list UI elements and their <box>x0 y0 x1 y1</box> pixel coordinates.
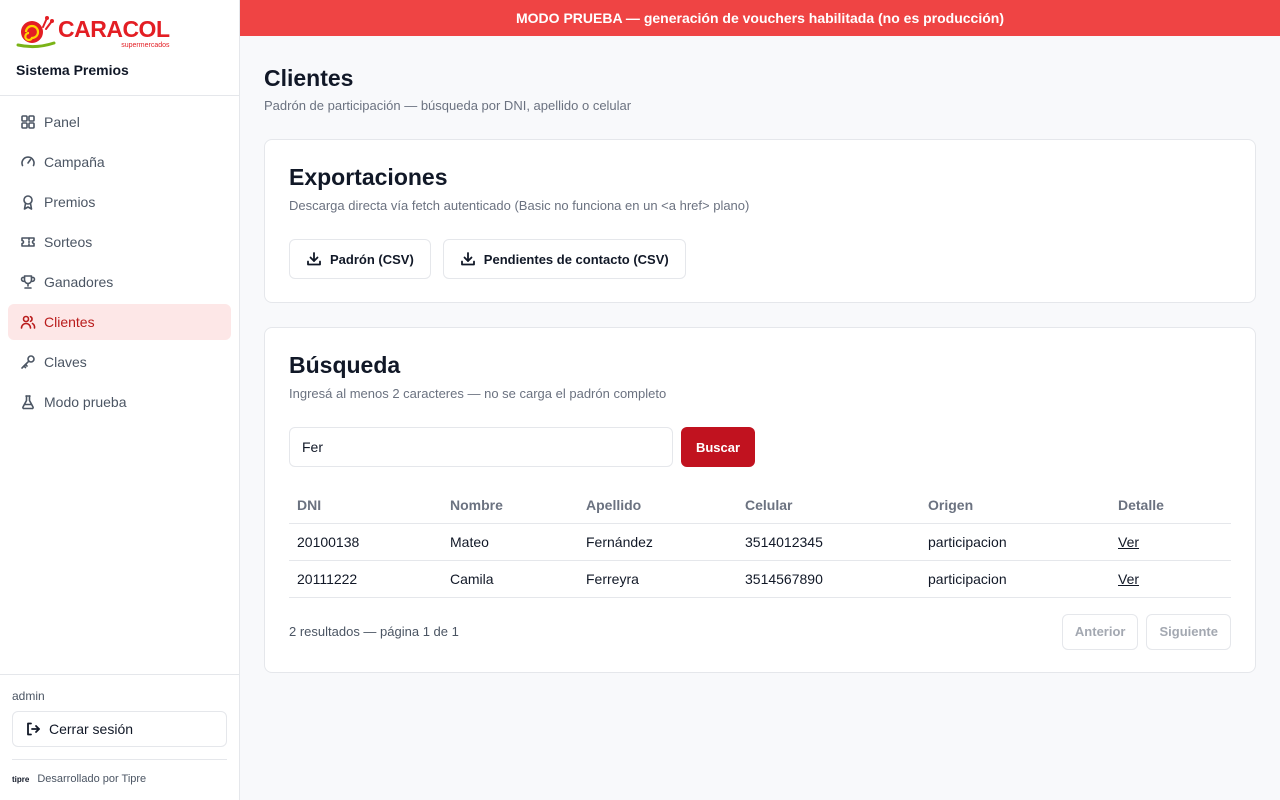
cell-celular: 3514012345 <box>737 523 920 561</box>
page-title: Clientes <box>264 65 354 91</box>
export-padron-label: Padrón (CSV) <box>330 251 414 267</box>
grid-icon <box>20 114 36 130</box>
developer-credit: tipre Desarrollado por Tipre <box>12 759 227 785</box>
search-row: Buscar <box>289 427 1231 467</box>
tipre-logo: tipre <box>12 774 30 784</box>
search-button[interactable]: Buscar <box>681 427 755 467</box>
cell-detalle: Ver <box>1110 560 1231 598</box>
search-card: Búsqueda Ingresá al menos 2 caracteres —… <box>264 327 1256 673</box>
view-detail-link[interactable]: Ver <box>1118 534 1139 550</box>
cell-nombre: Mateo <box>442 523 578 561</box>
flask-icon <box>20 394 36 410</box>
caracol-logo[interactable]: CARACOL supermercados <box>16 14 223 52</box>
award-icon <box>20 194 36 210</box>
page-subtitle: Padrón de participación — búsqueda por D… <box>264 98 632 113</box>
developer-text: Desarrollado por Tipre <box>37 773 147 785</box>
sidebar-item-label: Ganadores <box>44 274 114 290</box>
sidebar-item-label: Campaña <box>44 154 105 170</box>
cell-celular: 3514567890 <box>737 560 920 598</box>
cell-dni: 20111222 <box>289 560 442 598</box>
col-dni: DNI <box>289 487 442 524</box>
export-padron-button[interactable]: Padrón (CSV) <box>289 239 431 279</box>
exports-card: Exportaciones Descarga directa vía fetch… <box>264 139 1256 303</box>
col-nombre: Nombre <box>442 487 578 524</box>
key-icon <box>20 354 36 370</box>
sidebar-item-premios[interactable]: Premios <box>8 184 231 220</box>
logo-subtitle: supermercados <box>121 41 170 49</box>
app-title: Sistema Premios <box>16 62 129 78</box>
sidebar-item-campana[interactable]: Campaña <box>8 144 231 180</box>
col-apellido: Apellido <box>578 487 737 524</box>
search-subtitle: Ingresá al menos 2 caracteres — no se ca… <box>289 386 667 401</box>
users-icon <box>20 314 36 330</box>
sidebar-item-label: Panel <box>44 114 80 130</box>
sidebar: CARACOL supermercados Sistema Premios Pa… <box>0 0 240 800</box>
col-detalle: Detalle <box>1110 487 1231 524</box>
clients-table: DNI Nombre Apellido Celular Origen Detal… <box>289 487 1231 598</box>
download-icon <box>460 252 475 266</box>
search-input[interactable] <box>289 427 673 467</box>
next-page-button[interactable]: Siguiente <box>1146 613 1231 650</box>
cell-apellido: Ferreyra <box>578 560 737 598</box>
cell-apellido: Fernández <box>578 523 737 561</box>
sidebar-item-modo-prueba[interactable]: Modo prueba <box>8 384 231 420</box>
results-summary: 2 resultados — página 1 de 1 <box>289 624 459 639</box>
sidebar-item-ganadores[interactable]: Ganadores <box>8 264 231 300</box>
sidebar-footer: admin Cerrar sesión tipre Desarrollado p… <box>0 674 239 800</box>
table-row: 20100138 Mateo Fernández 3514012345 part… <box>289 523 1231 561</box>
export-pendientes-button[interactable]: Pendientes de contacto (CSV) <box>442 239 686 279</box>
sidebar-item-label: Claves <box>44 354 87 370</box>
sidebar-item-label: Clientes <box>44 314 95 330</box>
sidebar-item-label: Premios <box>44 194 96 210</box>
pagination: 2 resultados — página 1 de 1 Anterior Si… <box>289 613 1231 650</box>
cell-origen: participacion <box>920 523 1110 561</box>
table-row: 20111222 Camila Ferreyra 3514567890 part… <box>289 560 1231 598</box>
exports-title: Exportaciones <box>289 164 448 190</box>
exports-subtitle: Descarga directa vía fetch autenticado (… <box>289 198 750 213</box>
view-detail-link[interactable]: Ver <box>1118 571 1139 587</box>
col-origen: Origen <box>920 487 1110 524</box>
sidebar-item-claves[interactable]: Claves <box>8 344 231 380</box>
col-celular: Celular <box>737 487 920 524</box>
gauge-icon <box>20 154 36 170</box>
cell-origen: participacion <box>920 560 1110 598</box>
table-header-row: DNI Nombre Apellido Celular Origen Detal… <box>289 487 1231 524</box>
sidebar-item-label: Sorteos <box>44 234 93 250</box>
pager-buttons: Anterior Siguiente <box>1061 613 1231 650</box>
test-mode-banner: MODO PRUEBA — generación de vouchers hab… <box>240 0 1280 36</box>
sidebar-item-panel[interactable]: Panel <box>8 104 231 140</box>
sidebar-nav: Panel Campaña Premios Sorteos Ganadores <box>0 96 239 432</box>
snail-logo-icon <box>16 16 56 49</box>
export-buttons: Padrón (CSV) Pendientes de contacto (CSV… <box>289 239 1231 279</box>
sidebar-item-sorteos[interactable]: Sorteos <box>8 224 231 260</box>
brand-block: CARACOL supermercados Sistema Premios <box>0 0 239 96</box>
logout-label: Cerrar sesión <box>49 721 134 737</box>
trophy-icon <box>20 274 36 290</box>
logout-icon <box>27 722 40 736</box>
cell-detalle: Ver <box>1110 523 1231 561</box>
main-content: Clientes Padrón de participación — búsqu… <box>264 36 1256 673</box>
export-pendientes-label: Pendientes de contacto (CSV) <box>483 251 669 267</box>
search-title: Búsqueda <box>289 352 401 378</box>
sidebar-item-label: Modo prueba <box>44 394 127 410</box>
logout-button[interactable]: Cerrar sesión <box>12 711 227 747</box>
cell-nombre: Camila <box>442 560 578 598</box>
sidebar-item-clientes[interactable]: Clientes <box>8 304 231 340</box>
ticket-icon <box>20 234 36 250</box>
cell-dni: 20100138 <box>289 523 442 561</box>
download-icon <box>307 252 321 266</box>
logo-wordmark: CARACOL <box>58 15 170 42</box>
current-user: admin <box>12 689 45 703</box>
previous-page-button[interactable]: Anterior <box>1061 613 1139 650</box>
